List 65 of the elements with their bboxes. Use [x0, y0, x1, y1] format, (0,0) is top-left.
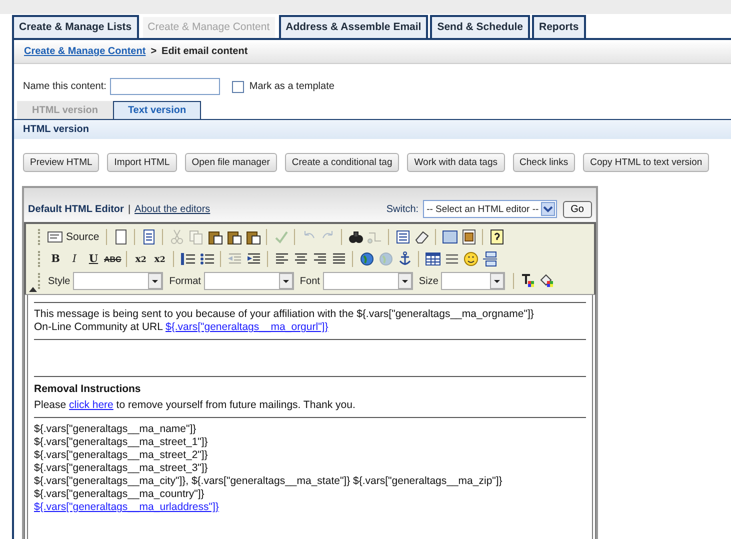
action-button[interactable]: Import HTML	[107, 153, 177, 172]
text-link[interactable]: click here	[69, 399, 114, 411]
dropdown-label: Size	[418, 276, 438, 286]
italic-button[interactable]: I	[66, 250, 83, 268]
dropdown-label: Font	[300, 276, 320, 286]
action-button[interactable]: Open file manager	[184, 153, 277, 172]
table-icon[interactable]	[424, 250, 442, 268]
body-text: On-Line Community at URL ${.vars["generaltags__ma_orgurl"]}	[34, 321, 330, 334]
source-icon	[47, 229, 63, 245]
nav-tab[interactable]: Reports	[532, 15, 586, 38]
dropdown-field[interactable]	[441, 272, 506, 290]
body-text: Please click here to remove yourself from future mailings. Thank you.	[34, 399, 356, 412]
body-text: ${.vars["generaltags__ma_country"]}	[34, 488, 206, 501]
body-text: ${.vars["generaltags__ma_street_2"]}	[34, 449, 209, 462]
action-button[interactable]: Create a conditional tag	[284, 153, 400, 172]
dropdown-label: Style	[48, 276, 70, 286]
dropdown-label: Format	[169, 276, 201, 286]
name-label: Name this content:	[23, 81, 106, 92]
nav-tab[interactable]: Address & Assemble Email	[278, 15, 428, 38]
action-button[interactable]: Check links	[512, 153, 576, 172]
frame-icon[interactable]	[441, 228, 458, 246]
nav-tab[interactable]: Send & Schedule	[430, 15, 530, 38]
image-icon[interactable]	[460, 228, 478, 246]
editor-title: Default HTML Editor	[28, 204, 124, 214]
template-label: Mark as a template	[249, 81, 334, 92]
section-heading: Removal Instructions	[34, 383, 142, 396]
about-link[interactable]: About the editors	[134, 204, 210, 214]
switch-label: Switch:	[386, 204, 419, 214]
numbered-list-icon[interactable]	[179, 250, 196, 268]
text-link[interactable]: ${.vars["generaltags__ma_orgurl"]}	[166, 321, 328, 333]
globe-icon[interactable]	[358, 250, 376, 268]
underline-button[interactable]: U	[85, 250, 102, 268]
body-text: ${.vars["generaltags__ma_name"]}	[34, 423, 198, 436]
action-button[interactable]: Preview HTML	[23, 153, 100, 172]
breadcrumb-link[interactable]: Create & Manage Content	[24, 46, 146, 57]
page-break-icon[interactable]	[481, 250, 498, 268]
strikethrough-button[interactable]: ABC	[104, 250, 122, 268]
dropdown-field[interactable]	[73, 272, 164, 290]
body-text: This message is being sent to you because of your affiliation with the ${.vars["generaltags__ma_orgname"]}	[34, 308, 535, 321]
template-checkbox[interactable]	[232, 80, 244, 92]
body-text: ${.vars["generaltags__ma_city"]}, ${.vars["generaltags__ma_state"]} ${.vars["generaltags__ma_zip"]}	[34, 475, 504, 488]
source-button[interactable]: Source	[47, 228, 102, 246]
body-text: ${.vars["generaltags__ma_street_3"]}	[34, 462, 209, 475]
dropdown-field[interactable]	[204, 272, 294, 290]
action-button[interactable]: Work with data tags	[407, 153, 505, 172]
smiley-icon[interactable]	[462, 250, 480, 268]
fill-color-icon[interactable]	[538, 272, 556, 290]
action-button[interactable]: Copy HTML to text version	[583, 153, 710, 172]
text-color-icon[interactable]	[519, 272, 536, 290]
collapse-icon[interactable]	[29, 286, 37, 292]
text-link[interactable]: ${.vars["generaltags__ma_urladdress"]}	[34, 501, 219, 513]
section-title: HTML version	[23, 124, 89, 135]
version-tab[interactable]: Text version	[112, 101, 202, 119]
name-input[interactable]	[110, 78, 220, 95]
bold-button[interactable]: B	[47, 250, 64, 268]
editor-select[interactable]: -- Select an HTML editor --	[422, 200, 557, 218]
body-text: ${.vars["generaltags__ma_street_1"]}	[34, 436, 209, 449]
nav-tab[interactable]: Create & Manage Lists	[12, 15, 139, 38]
go-button[interactable]: Go	[562, 200, 592, 218]
breadcrumb-current: Edit email content	[162, 46, 248, 57]
select-all-icon[interactable]	[394, 228, 412, 246]
dropdown-field[interactable]	[322, 272, 413, 290]
help-icon[interactable]	[488, 228, 506, 246]
breadcrumb-separator: >	[150, 46, 157, 57]
divider-mark: |	[128, 204, 131, 214]
